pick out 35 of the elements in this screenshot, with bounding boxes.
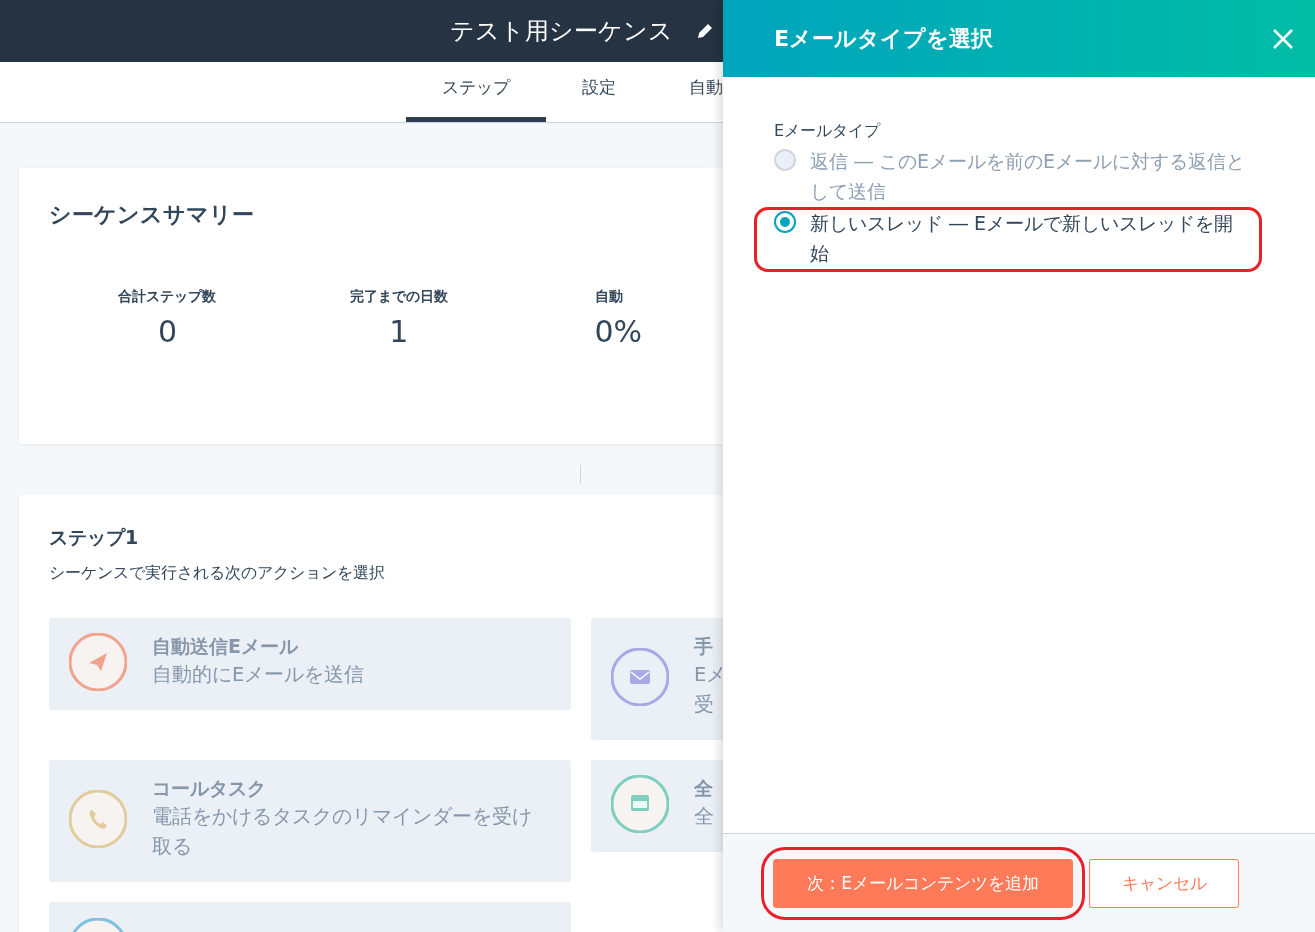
field-label: Eメールタイプ <box>774 121 882 142</box>
tab[interactable]: 設定 <box>546 62 651 122</box>
stat-value: 0% <box>594 314 643 349</box>
tab[interactable]: ステップ <box>406 62 546 122</box>
cancel-button[interactable]: キャンセル <box>1089 858 1239 908</box>
option-label: 返信 ― このEメールを前のEメールに対する返信として送信 <box>810 149 1247 204</box>
action-card[interactable]: 手 Eメ 受 <box>591 618 723 740</box>
action-title: コールタスク <box>152 776 267 801</box>
option-label: 新しいスレッド ― Eメールで新しいスレッドを開始 <box>810 211 1235 266</box>
panel-title: Eメールタイプを選択 <box>774 24 994 53</box>
action-description: 自動的にEメールを送信 <box>152 662 365 688</box>
action-title: 全 <box>694 776 714 801</box>
summary-title: シーケンスサマリー <box>49 201 255 229</box>
action-description: 全 <box>694 804 714 830</box>
action-description: 受 <box>694 692 715 718</box>
action-description: 電話をかけるタスクのリマインダーを受け取る <box>152 804 533 860</box>
step-subtitle: シーケンスで実行される次のアクションを選択 <box>49 563 386 584</box>
action-description: Eメ <box>694 662 723 688</box>
tab[interactable]: 自動 <box>651 62 723 122</box>
stat-value: 0 <box>157 314 177 349</box>
stat-label: 完了までの日数 <box>349 288 448 306</box>
stat-label: 自動 <box>594 288 623 306</box>
action-card[interactable]: 自動送信Eメール 自動的にEメールを送信 <box>49 618 571 710</box>
stat-value: 1 <box>389 314 409 349</box>
sequence-title: テスト用シーケンス <box>450 16 673 47</box>
stat-label: 合計ステップ数 <box>118 288 217 306</box>
close-icon[interactable] <box>1272 27 1294 50</box>
action-card[interactable]: コールタスク 電話をかけるタスクのリマインダーを受け取る <box>49 760 571 882</box>
step-title: ステップ1 <box>49 525 140 550</box>
action-title: 自動送信Eメール <box>152 634 299 659</box>
pencil-icon[interactable] <box>697 23 713 39</box>
action-card[interactable]: 全 全 <box>591 760 723 852</box>
action-title: 手 <box>694 634 714 659</box>
radio-button[interactable] <box>774 211 796 233</box>
next-button[interactable]: 次：Eメールコンテンツを追加 <box>773 858 1073 908</box>
